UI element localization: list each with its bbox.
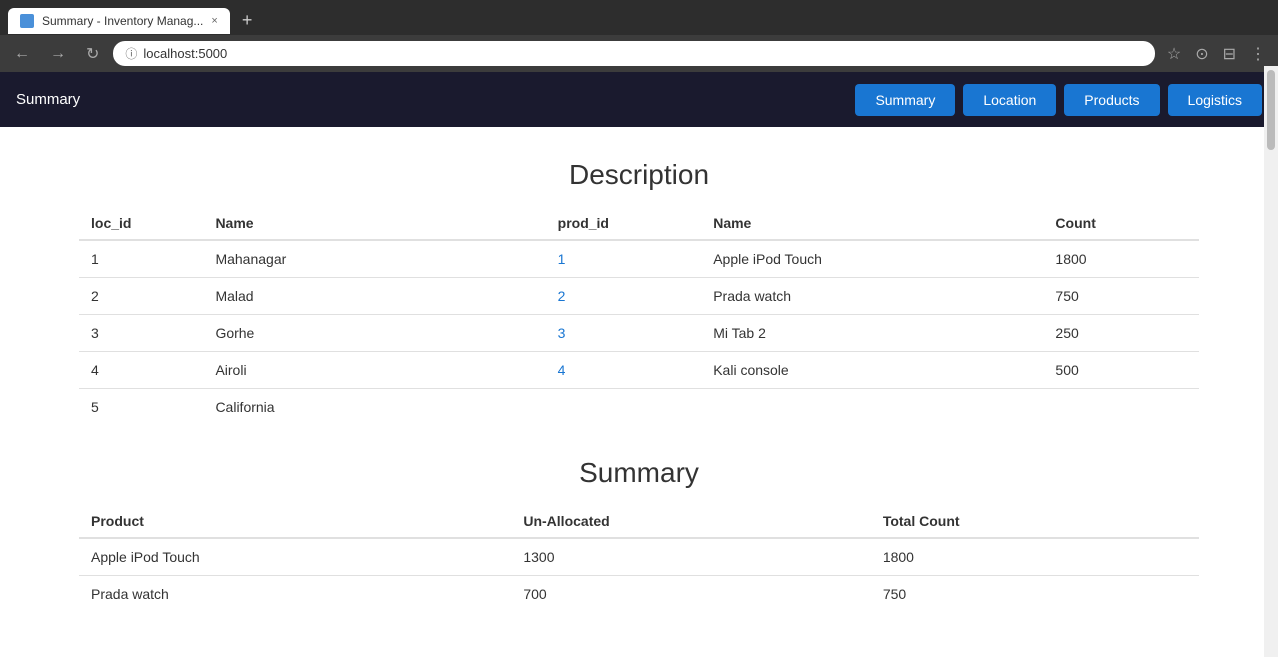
cell-prod-id[interactable]: 2 [546, 278, 702, 315]
cell-prod-id[interactable]: 3 [546, 315, 702, 352]
address-bar-actions: ☆ ⊙ ⊟ ⋮ [1163, 42, 1270, 66]
description-table: loc_id Name prod_id Name Count 1Mahanaga… [79, 207, 1199, 425]
col-loc-id: loc_id [79, 207, 203, 240]
description-table-row: 4Airoli4Kali console500 [79, 352, 1199, 389]
cell-count: 1800 [1043, 240, 1199, 278]
summary-table-header: Product Un-Allocated Total Count [79, 505, 1199, 538]
menu-icon-1[interactable]: ⊙ [1191, 42, 1212, 66]
col-unallocated: Un-Allocated [511, 505, 870, 538]
summary-title: Summary [79, 457, 1199, 489]
cell-unallocated: 1300 [511, 538, 870, 576]
cell-loc-id: 4 [79, 352, 203, 389]
cell-loc-name: Malad [203, 278, 545, 315]
cell-loc-name: Gorhe [203, 315, 545, 352]
description-table-row: 3Gorhe3Mi Tab 2250 [79, 315, 1199, 352]
tab-bar: Summary - Inventory Manag... × + [8, 6, 1270, 35]
scrollbar[interactable] [1264, 66, 1278, 657]
cell-prod-name: Apple iPod Touch [701, 240, 1043, 278]
cell-loc-name: Airoli [203, 352, 545, 389]
description-title: Description [79, 159, 1199, 191]
tab-favicon [20, 14, 34, 28]
summary-table-row: Apple iPod Touch13001800 [79, 538, 1199, 576]
description-table-row: 2Malad2Prada watch750 [79, 278, 1199, 315]
nav-location-button[interactable]: Location [963, 84, 1056, 116]
col-product: Product [79, 505, 511, 538]
summary-table: Product Un-Allocated Total Count Apple i… [79, 505, 1199, 612]
back-button[interactable]: ← [8, 43, 36, 65]
menu-icon-2[interactable]: ⊟ [1219, 42, 1240, 66]
cell-loc-id: 5 [79, 389, 203, 426]
nav-products-button[interactable]: Products [1064, 84, 1159, 116]
cell-prod-name [701, 389, 1043, 426]
cell-total: 1800 [871, 538, 1199, 576]
cell-product: Apple iPod Touch [79, 538, 511, 576]
url-bar[interactable]: ⓘ localhost:5000 [113, 41, 1154, 66]
reload-button[interactable]: ↻ [80, 42, 105, 66]
bookmark-icon[interactable]: ☆ [1163, 42, 1185, 66]
description-table-header: loc_id Name prod_id Name Count [79, 207, 1199, 240]
cell-product: Prada watch [79, 576, 511, 613]
cell-prod-id[interactable]: 1 [546, 240, 702, 278]
description-table-row: 5California [79, 389, 1199, 426]
browser-chrome: Summary - Inventory Manag... × + [0, 0, 1278, 35]
nav-buttons: Summary Location Products Logistics [855, 84, 1262, 116]
cell-loc-id: 1 [79, 240, 203, 278]
cell-prod-name: Kali console [701, 352, 1043, 389]
cell-count: 250 [1043, 315, 1199, 352]
description-table-row: 1Mahanagar1Apple iPod Touch1800 [79, 240, 1199, 278]
cell-loc-id: 3 [79, 315, 203, 352]
cell-prod-id [546, 389, 702, 426]
col-total-count: Total Count [871, 505, 1199, 538]
cell-prod-name: Mi Tab 2 [701, 315, 1043, 352]
address-bar: ← → ↻ ⓘ localhost:5000 ☆ ⊙ ⊟ ⋮ [0, 35, 1278, 72]
cell-loc-name: California [203, 389, 545, 426]
cell-count: 750 [1043, 278, 1199, 315]
more-options-icon[interactable]: ⋮ [1246, 42, 1270, 66]
cell-count [1043, 389, 1199, 426]
new-tab-button[interactable]: + [234, 6, 261, 35]
app-nav: Summary Summary Location Products Logist… [0, 72, 1278, 127]
scrollbar-thumb[interactable] [1267, 70, 1275, 150]
cell-loc-id: 2 [79, 278, 203, 315]
cell-prod-id[interactable]: 4 [546, 352, 702, 389]
url-text: localhost:5000 [143, 46, 227, 61]
cell-count: 500 [1043, 352, 1199, 389]
col-count: Count [1043, 207, 1199, 240]
col-prod-id: prod_id [546, 207, 702, 240]
nav-summary-button[interactable]: Summary [855, 84, 955, 116]
cell-total: 750 [871, 576, 1199, 613]
cell-unallocated: 700 [511, 576, 870, 613]
cell-prod-name: Prada watch [701, 278, 1043, 315]
forward-button[interactable]: → [44, 43, 72, 65]
summary-table-row: Prada watch700750 [79, 576, 1199, 613]
cell-loc-name: Mahanagar [203, 240, 545, 278]
main-content: Description loc_id Name prod_id Name Cou… [39, 127, 1239, 660]
col-loc-name: Name [203, 207, 545, 240]
active-tab[interactable]: Summary - Inventory Manag... × [8, 8, 230, 34]
url-lock-icon: ⓘ [125, 45, 137, 62]
nav-logistics-button[interactable]: Logistics [1168, 84, 1262, 116]
col-prod-name: Name [701, 207, 1043, 240]
tab-title: Summary - Inventory Manag... [42, 14, 203, 28]
app-brand: Summary [16, 91, 80, 108]
tab-close-button[interactable]: × [211, 15, 217, 27]
